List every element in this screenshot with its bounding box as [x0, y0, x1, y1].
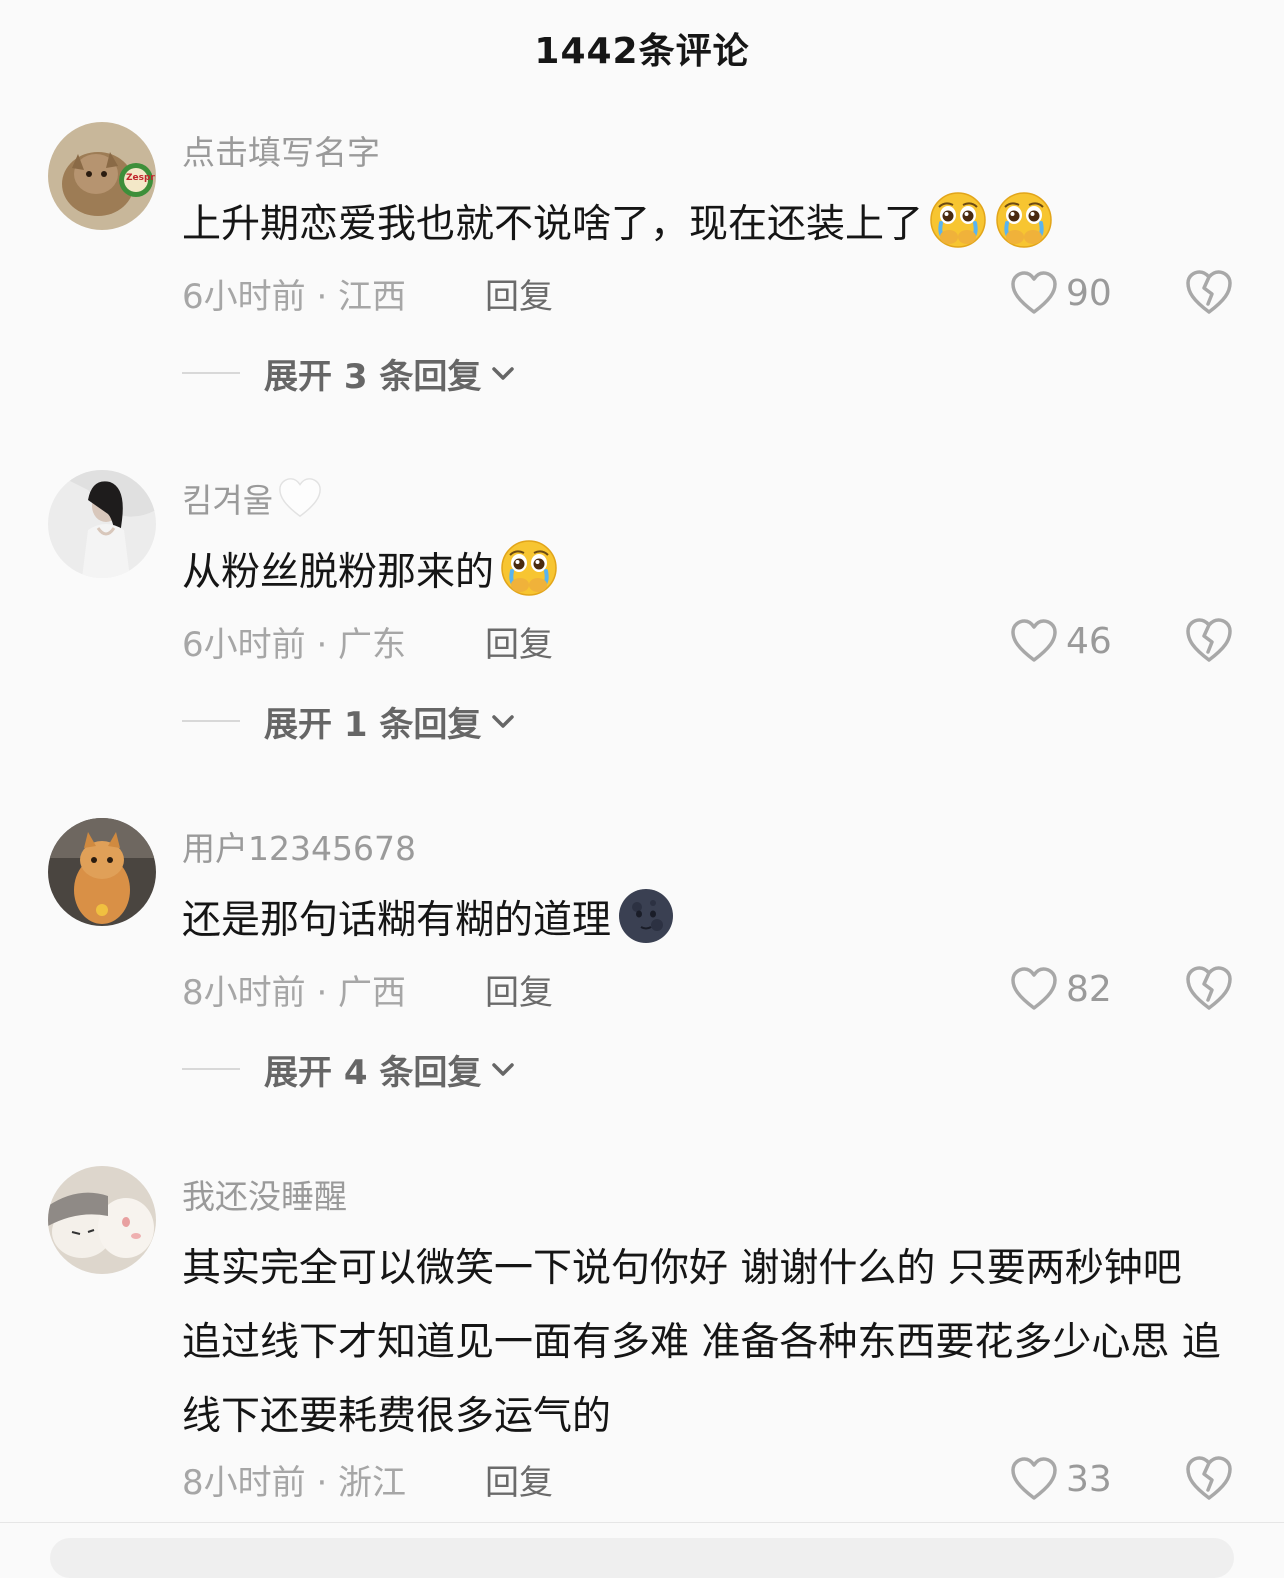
expand-label: 展开 4 条回复	[264, 1052, 482, 1093]
time-location-text: 6小时前 · 江西	[182, 276, 407, 317]
like-button[interactable]: 82	[1010, 964, 1112, 1014]
username-text: 用户12345678	[182, 829, 416, 868]
like-count: 90	[1066, 272, 1112, 314]
expand-replies-button[interactable]: 展开 1 条回复	[182, 696, 517, 746]
divider-line	[182, 720, 240, 722]
time-location-text: 8小时前 · 广西	[182, 972, 407, 1013]
like-button[interactable]: 90	[1010, 268, 1112, 318]
avatar[interactable]	[48, 1166, 156, 1274]
username[interactable]: 点击填写名字	[182, 126, 380, 174]
username-text: 我还没睡醒	[182, 1177, 347, 1216]
white-heart-icon	[279, 478, 321, 518]
avatar[interactable]	[48, 470, 156, 578]
avatar[interactable]	[48, 818, 156, 926]
reply-label: 回复	[485, 972, 553, 1013]
heart-icon	[1011, 271, 1057, 314]
comment-text: 还是那句话糊有糊的道理	[182, 884, 1232, 958]
time-location: 6小时前 · 广东	[182, 616, 406, 666]
username-text: 킴겨울	[182, 481, 274, 520]
comment-input-bar[interactable]	[50, 1538, 1234, 1578]
comment-text-body: 还是那句话糊有糊的道理	[182, 898, 612, 943]
chevron-down-icon	[492, 1063, 515, 1076]
dislike-button[interactable]	[1184, 964, 1234, 1012]
comment-text-body: 从粉丝脱粉那来的	[182, 550, 495, 595]
reply-button[interactable]: 回复	[485, 964, 553, 1014]
reply-label: 回复	[485, 276, 553, 317]
time-location-text: 6小时前 · 广东	[182, 624, 407, 665]
dislike-button[interactable]	[1184, 616, 1234, 664]
pleading-face-icon	[500, 539, 559, 597]
comment-text-body: 其实完全可以微笑一下说句你好 谢谢什么的 只要两秒钟吧 追过线下才知道见一面有多…	[182, 1246, 1221, 1439]
chevron-down-icon	[492, 367, 515, 380]
reply-button[interactable]: 回复	[485, 616, 553, 666]
like-count: 82	[1066, 968, 1112, 1010]
like-button[interactable]: 33	[1010, 1454, 1112, 1504]
username[interactable]: 我还没睡醒	[182, 1170, 347, 1218]
comment-text-body: 上升期恋爱我也就不说啥了，现在还装上了	[182, 202, 924, 247]
username[interactable]: 用户12345678	[182, 822, 416, 870]
reply-label: 回复	[485, 1462, 553, 1503]
avatar[interactable]: Zespr	[48, 122, 156, 230]
username-text: 点击填写名字	[182, 133, 380, 172]
new-moon-face-icon	[618, 888, 675, 944]
time-location-text: 8小时前 · 浙江	[182, 1462, 407, 1503]
expand-label: 展开 1 条回复	[264, 704, 482, 745]
comment-text: 从粉丝脱粉那来的	[182, 536, 1232, 610]
reply-button[interactable]: 回复	[485, 268, 553, 318]
pleading-face-icon	[929, 191, 988, 249]
heart-icon	[1011, 619, 1057, 662]
like-count: 33	[1066, 1458, 1112, 1500]
comments-header: 1442条评论	[0, 0, 1284, 96]
pleading-face-icon	[995, 191, 1054, 249]
broken-heart-icon	[1186, 1456, 1232, 1500]
dislike-button[interactable]	[1184, 268, 1234, 316]
heart-icon	[1011, 967, 1057, 1010]
divider-line	[182, 1068, 240, 1070]
username[interactable]: 킴겨울	[182, 474, 323, 522]
expand-replies-button[interactable]: 展开 3 条回复	[182, 348, 517, 398]
broken-heart-icon	[1186, 618, 1232, 662]
heart-icon	[1011, 1457, 1057, 1500]
like-count: 46	[1066, 620, 1112, 662]
comment-count-title: 1442条评论	[534, 31, 750, 72]
time-location: 8小时前 · 浙江	[182, 1454, 406, 1504]
reply-label: 回复	[485, 624, 553, 665]
divider-line	[182, 372, 240, 374]
expand-label: 展开 3 条回复	[264, 356, 482, 397]
chevron-down-icon	[492, 715, 515, 728]
broken-heart-icon	[1186, 270, 1232, 314]
time-location: 8小时前 · 广西	[182, 964, 406, 1014]
broken-heart-icon	[1186, 966, 1232, 1010]
expand-replies-button[interactable]: 展开 4 条回复	[182, 1044, 517, 1094]
reply-button[interactable]: 回复	[485, 1454, 553, 1504]
comment-text: 其实完全可以微笑一下说句你好 谢谢什么的 只要两秒钟吧 追过线下才知道见一面有多…	[182, 1232, 1222, 1454]
comment-text: 上升期恋爱我也就不说啥了，现在还装上了	[182, 188, 1232, 262]
time-location: 6小时前 · 江西	[182, 268, 406, 318]
like-button[interactable]: 46	[1010, 616, 1112, 666]
svg-text:Zespr: Zespr	[126, 173, 155, 183]
dislike-button[interactable]	[1184, 1454, 1234, 1502]
